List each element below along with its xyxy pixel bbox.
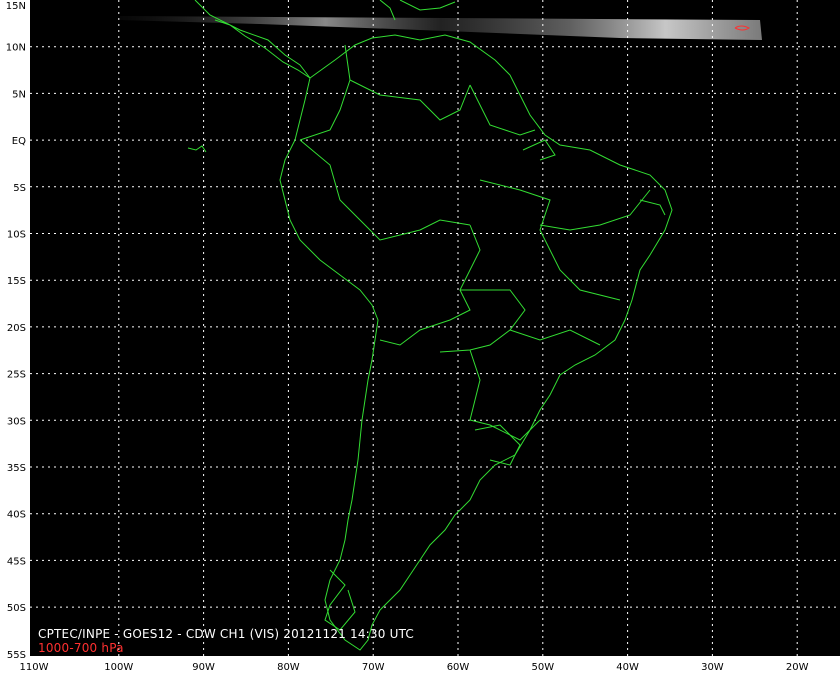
latitude-label: 10N xyxy=(6,43,26,54)
latitude-label: 40S xyxy=(7,510,26,521)
latitude-label: 25S xyxy=(7,370,26,381)
pressure-level-label: 1000-700 hPa xyxy=(38,641,124,655)
longitude-label: 40W xyxy=(616,662,639,673)
longitude-label: 80W xyxy=(277,662,300,673)
image-caption: CPTEC/INPE - GOES12 - CDW CH1 (VIS) 2012… xyxy=(38,627,414,641)
latitude-label: 10S xyxy=(7,230,26,241)
latitude-label: 15N xyxy=(6,1,26,12)
longitude-label: 70W xyxy=(362,662,385,673)
longitude-label: 30W xyxy=(701,662,724,673)
longitude-label: 60W xyxy=(447,662,470,673)
longitude-label: 90W xyxy=(192,662,215,673)
longitude-label: 100W xyxy=(104,662,133,673)
latitude-label: 5N xyxy=(12,89,26,100)
longitude-label: 110W xyxy=(20,662,49,673)
latitude-label: 20S xyxy=(7,323,26,334)
latitude-label: EQ xyxy=(12,136,26,147)
latitude-label: 5S xyxy=(13,183,26,194)
longitude-label: 50W xyxy=(531,662,554,673)
longitude-label: 20W xyxy=(786,662,809,673)
latitude-label: 55S xyxy=(7,650,26,661)
latitude-label: 45S xyxy=(7,556,26,567)
map-background xyxy=(30,0,840,656)
latitude-label: 15S xyxy=(7,276,26,287)
latitude-label: 50S xyxy=(7,603,26,614)
map-canvas: 15N 10N 5N EQ 5S 10S 15S 20S 25S 30S 35S 40S 45S 50S 5… xyxy=(0,0,840,680)
latitude-label: 30S xyxy=(7,416,26,427)
satellite-map: 15N 10N 5N EQ 5S 10S 15S 20S 25S 30S 35S 40S 45S 50S 5… xyxy=(0,0,840,680)
latitude-label: 35S xyxy=(7,463,26,474)
